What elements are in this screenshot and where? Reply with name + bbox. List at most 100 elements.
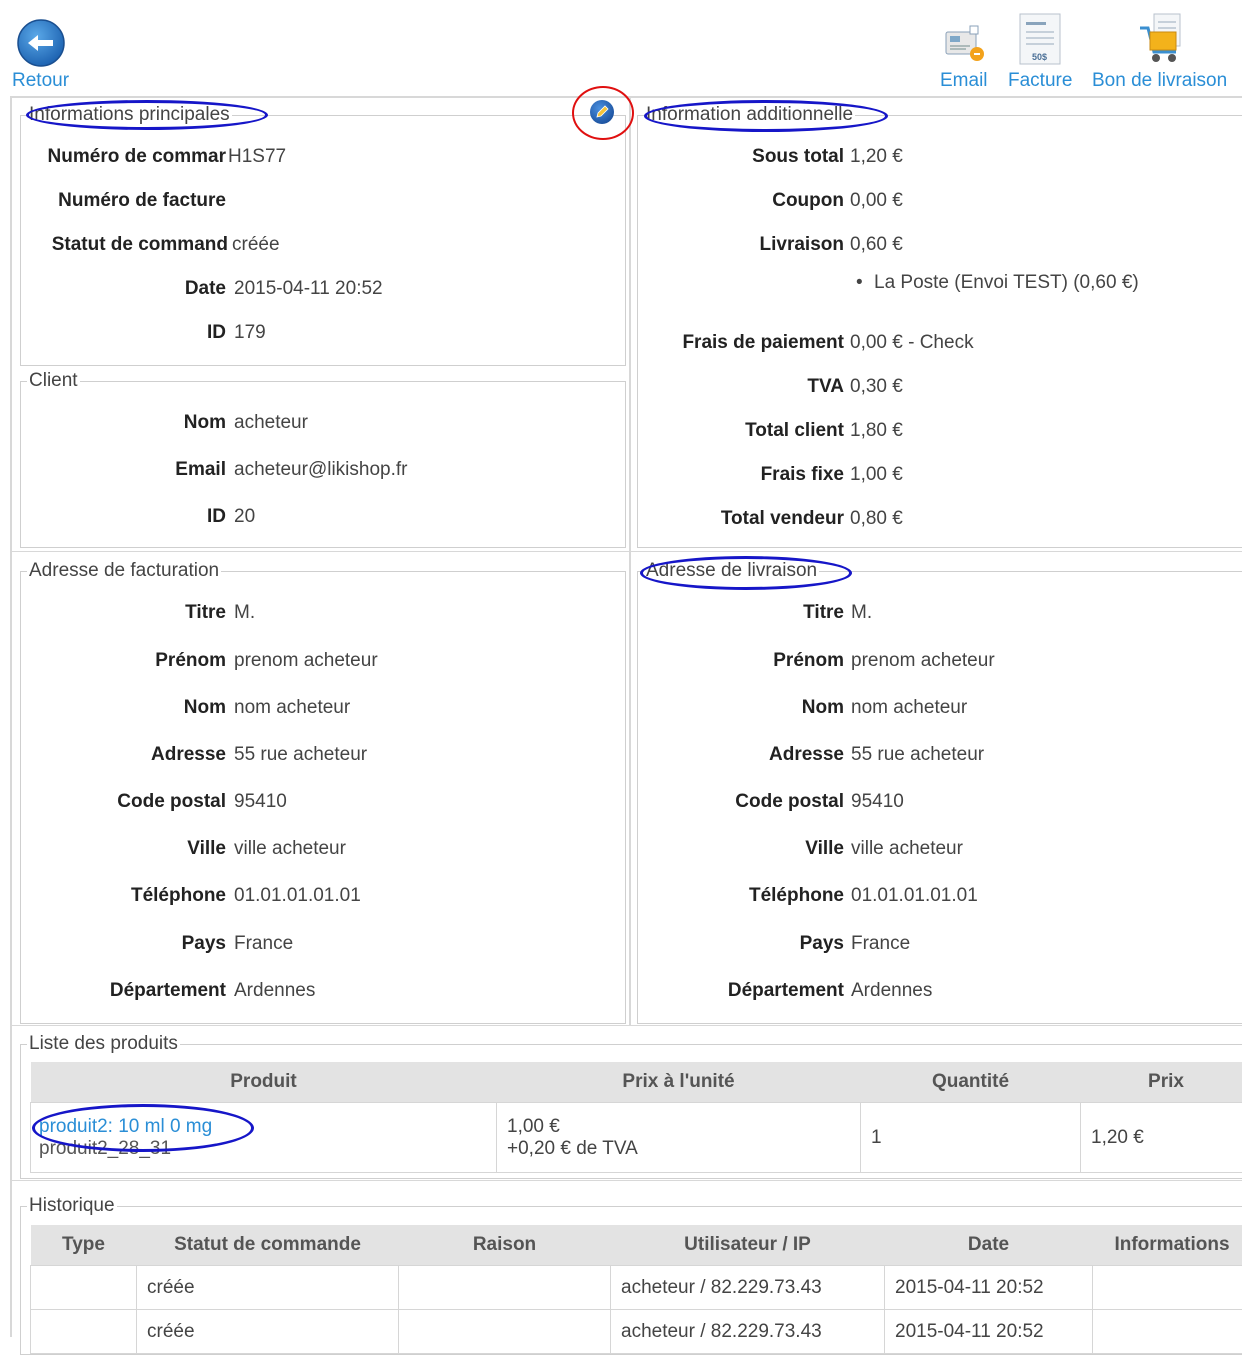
billing-firstname-label: Prénom — [155, 650, 226, 672]
delivery-note-button[interactable]: Bon de livraison — [1092, 12, 1238, 90]
left-edge — [10, 96, 12, 1337]
invoice-label[interactable]: Facture — [1008, 70, 1072, 92]
middle-separator — [629, 96, 631, 1026]
billing-country-label: Pays — [182, 933, 226, 955]
email-label[interactable]: Email — [940, 70, 988, 92]
billing-lastname-label: Nom — [184, 697, 226, 719]
top-separator — [10, 96, 1242, 98]
fixed-fee-value: 1,00 € — [850, 464, 903, 486]
shipping-address-value: 55 rue acheteur — [851, 744, 984, 766]
products-header-product: Produit — [31, 1062, 497, 1103]
coupon-label: Coupon — [772, 190, 844, 212]
history-info-cell — [1093, 1266, 1242, 1310]
price-cell: 1,20 € — [1081, 1103, 1242, 1173]
products-legend: Liste des produits — [27, 1033, 180, 1055]
invoice-number-label: Numéro de facture — [58, 190, 226, 212]
unit-price-cell: 1,00 € +0,20 € de TVA — [497, 1103, 861, 1173]
shipping-city-value: ville acheteur — [851, 838, 963, 860]
unit-price-value: 1,00 € — [507, 1116, 850, 1138]
envelope-icon — [944, 18, 988, 64]
product-cell: produit2: 10 ml 0 mg produit2_28_31 — [31, 1103, 497, 1173]
history-status-cell: créée — [137, 1310, 399, 1354]
history-header-user-ip: Utilisateur / IP — [611, 1225, 885, 1266]
shipping-title-value: M. — [851, 602, 872, 624]
billing-city-label: Ville — [187, 838, 226, 860]
date-value: 2015-04-11 20:52 — [234, 278, 383, 300]
back-label[interactable]: Retour — [12, 70, 69, 92]
shipping-zip-value: 95410 — [851, 791, 904, 813]
subtotal-label: Sous total — [752, 146, 844, 168]
history-header-status: Statut de commande — [137, 1225, 399, 1266]
delivery-cart-icon — [1136, 12, 1192, 68]
history-table: Type Statut de commande Raison Utilisate… — [30, 1225, 1242, 1354]
date-label: Date — [185, 278, 226, 300]
billing-dept-value: Ardennes — [234, 980, 315, 1002]
invoice-button[interactable]: 50$ Facture — [1006, 12, 1082, 90]
history-header-type: Type — [31, 1225, 137, 1266]
client-email-value: acheteur@likishop.fr — [234, 459, 407, 481]
shipping-dept-label: Département — [728, 980, 844, 1002]
billing-phone-label: Téléphone — [131, 885, 226, 907]
row-separator-3 — [10, 1180, 1242, 1181]
edit-button[interactable] — [588, 98, 616, 126]
products-header-quantity: Quantité — [861, 1062, 1081, 1103]
products-header-price: Prix — [1081, 1062, 1242, 1103]
history-info-cell — [1093, 1310, 1242, 1354]
seller-total-value: 0,80 € — [850, 508, 903, 530]
billing-dept-label: Département — [110, 980, 226, 1002]
billing-title-value: M. — [234, 602, 255, 624]
back-button[interactable]: Retour — [12, 18, 76, 90]
main-info-legend: Informations principales — [27, 104, 232, 126]
quantity-cell: 1 — [861, 1103, 1081, 1173]
row-separator-1 — [10, 551, 1242, 552]
billing-address-value: 55 rue acheteur — [234, 744, 367, 766]
client-total-value: 1,80 € — [850, 420, 903, 442]
client-id-label: ID — [207, 506, 226, 528]
delivery-note-label[interactable]: Bon de livraison — [1092, 70, 1227, 92]
unit-vat-value: +0,20 € de TVA — [507, 1138, 850, 1160]
shipping-label: Livraison — [760, 234, 844, 256]
back-arrow-icon — [16, 18, 66, 68]
products-table: Produit Prix à l'unité Quantité Prix pro… — [30, 1062, 1242, 1173]
vat-label: TVA — [807, 376, 844, 398]
client-name-label: Nom — [184, 412, 226, 434]
billing-zip-value: 95410 — [234, 791, 287, 813]
table-row: créée acheteur / 82.229.73.43 2015-04-11… — [31, 1266, 1242, 1310]
billing-phone-value: 01.01.01.01.01 — [234, 885, 361, 907]
seller-total-label: Total vendeur — [721, 508, 844, 530]
additional-info-panel: Information additionnelle — [637, 104, 1242, 548]
shipping-address-label: Adresse — [769, 744, 844, 766]
payment-fee-label: Frais de paiement — [682, 332, 844, 354]
product-code: produit2_28_31 — [39, 1138, 488, 1160]
client-legend: Client — [27, 370, 80, 392]
shipping-address-panel: Adresse de livraison — [637, 560, 1242, 1024]
shipping-firstname-value: prenom acheteur — [851, 650, 995, 672]
shipping-dept-value: Ardennes — [851, 980, 932, 1002]
shipping-address-legend: Adresse de livraison — [644, 560, 819, 582]
additional-info-legend: Information additionnelle — [644, 104, 855, 126]
billing-city-value: ville acheteur — [234, 838, 346, 860]
history-user-ip-cell: acheteur / 82.229.73.43 — [611, 1310, 885, 1354]
shipping-phone-value: 01.01.01.01.01 — [851, 885, 978, 907]
history-date-cell: 2015-04-11 20:52 — [885, 1266, 1093, 1310]
invoice-icon-text: 50$ — [1032, 52, 1047, 62]
products-header-unit-price: Prix à l'unité — [497, 1062, 861, 1103]
order-id-value: 179 — [234, 322, 266, 344]
client-name-value: acheteur — [234, 412, 308, 434]
billing-address-panel: Adresse de facturation — [20, 560, 626, 1024]
order-id-label: ID — [207, 322, 226, 344]
email-button[interactable]: Email — [938, 18, 996, 90]
billing-zip-label: Code postal — [117, 791, 226, 813]
billing-address-legend: Adresse de facturation — [27, 560, 221, 582]
billing-lastname-value: nom acheteur — [234, 697, 350, 719]
client-id-value: 20 — [234, 506, 255, 528]
shipping-title-label: Titre — [803, 602, 844, 624]
history-reason-cell — [399, 1310, 611, 1354]
order-number-label: Numéro de commar — [32, 146, 226, 168]
product-name-link[interactable]: produit2: 10 ml 0 mg — [39, 1116, 488, 1138]
history-status-cell: créée — [137, 1266, 399, 1310]
shipping-method: La Poste (Envoi TEST) (0,60 €) — [874, 272, 1139, 294]
shipping-lastname-label: Nom — [802, 697, 844, 719]
billing-address-label: Adresse — [151, 744, 226, 766]
history-reason-cell — [399, 1266, 611, 1310]
